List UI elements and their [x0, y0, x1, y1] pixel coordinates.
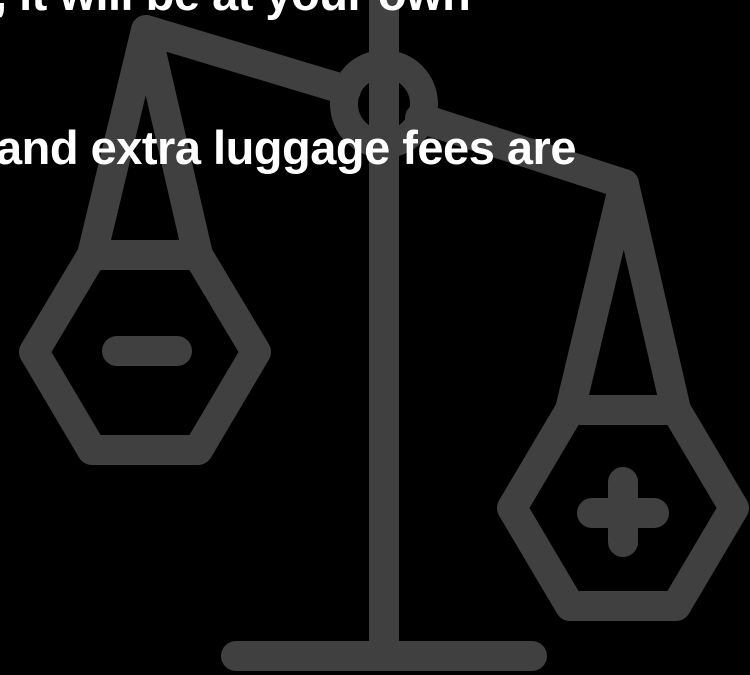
right-hanger	[555, 169, 691, 425]
slide: , it will be at your own and extra lugga…	[0, 0, 750, 675]
text-line-2: and extra luggage fees are	[0, 121, 576, 174]
scale-beam-left	[131, 15, 361, 105]
balance-scale-icon	[19, 0, 749, 671]
text-line-1: , it will be at your own	[0, 0, 471, 22]
